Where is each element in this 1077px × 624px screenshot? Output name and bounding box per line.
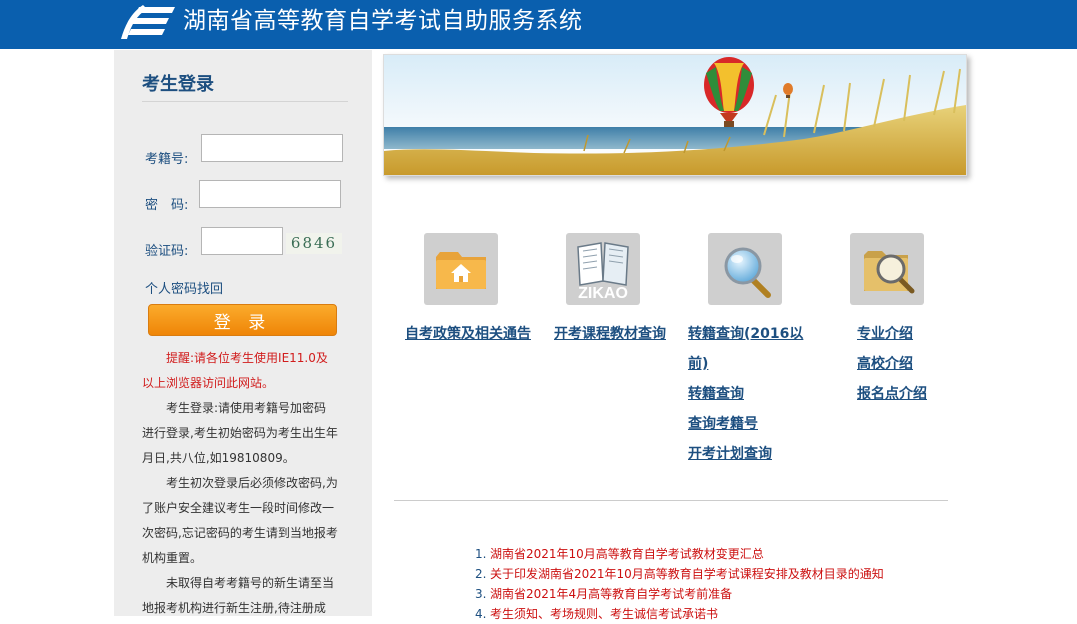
- news-item: 2. 关于印发湖南省2021年10月高等教育自学考试课程安排及教材目录的通知: [475, 567, 884, 581]
- captcha-label: 验证码:: [145, 244, 189, 259]
- login-instructions: 考生登录:请使用考籍号加密码进行登录,考生初始密码为考生出生年月日,共八位,如1…: [142, 401, 338, 465]
- banner-image: [383, 54, 967, 176]
- news-item: 4. 考生须知、考场规则、考生诚信考试承诺书: [475, 607, 719, 621]
- news-item: 3. 湖南省2021年4月高等教育自学考试考前准备: [475, 587, 733, 601]
- password-input[interactable]: [199, 180, 341, 208]
- folder-search-icon: [864, 251, 915, 294]
- policy-link[interactable]: 自考政策及相关通告: [405, 324, 531, 344]
- news-link[interactable]: 关于印发湖南省2021年10月高等教育自学考试课程安排及教材目录的通知: [490, 567, 884, 581]
- query-tile[interactable]: [708, 233, 782, 305]
- transfer-query-pre2016-link[interactable]: 转籍查询(2016以: [688, 324, 803, 344]
- header-bar: 湖南省高等教育自学考试自助服务系统: [0, 0, 1077, 49]
- policy-tile[interactable]: [424, 233, 498, 305]
- folder-home-icon: [436, 252, 486, 289]
- course-tile[interactable]: ZIKAO: [566, 233, 640, 305]
- intro-tile[interactable]: [850, 233, 924, 305]
- password-recovery-link[interactable]: 个人密码找回: [145, 278, 223, 297]
- new-student-notice: 未取得自考考籍号的新生请至当地报考机构进行新生注册,待注册成: [142, 576, 335, 615]
- site-title: 湖南省高等教育自学考试自助服务系统: [183, 8, 583, 34]
- browser-warning: 提醒:请各位考生使用IE11.0及以上浏览器访问此网站。: [142, 351, 328, 390]
- student-id-label: 考籍号:: [145, 152, 189, 167]
- news-list: 1. 湖南省2021年10月高等教育自学考试教材变更汇总 2. 关于印发湖南省202…: [475, 544, 1035, 624]
- transfer-query-link[interactable]: 转籍查询: [688, 384, 744, 404]
- login-sidebar: 考生登录 考籍号: 密 码: 验证码: 6846 个人密码找回 登 录 提醒:请…: [114, 50, 372, 616]
- college-intro-link[interactable]: 高校介绍: [857, 354, 913, 374]
- book-logo-icon: [121, 5, 175, 39]
- registration-site-link[interactable]: 报名点介绍: [857, 384, 927, 404]
- news-item: 1. 湖南省2021年10月高等教育自学考试教材变更汇总: [475, 547, 764, 561]
- major-intro-link[interactable]: 专业介绍: [857, 324, 913, 344]
- news-link[interactable]: 湖南省2021年4月高等教育自学考试考前准备: [490, 587, 732, 601]
- section-divider: [394, 500, 948, 501]
- login-notices: 提醒:请各位考生使用IE11.0及以上浏览器访问此网站。 考生登录:请使用考籍号…: [142, 346, 338, 616]
- news-link[interactable]: 考生须知、考场规则、考生诚信考试承诺书: [490, 607, 718, 621]
- zikao-text: ZIKAO: [578, 285, 628, 302]
- login-button[interactable]: 登 录: [148, 304, 337, 336]
- student-id-input[interactable]: [201, 134, 343, 162]
- login-title-divider: [142, 101, 348, 102]
- captcha-image[interactable]: 6846: [286, 233, 342, 254]
- magnifier-icon: [724, 247, 771, 298]
- login-title: 考生登录: [142, 74, 214, 95]
- exam-plan-query-link[interactable]: 开考计划查询: [688, 444, 772, 464]
- zikao-book-icon: ZIKAO: [577, 242, 629, 302]
- course-material-link[interactable]: 开考课程教材查询: [554, 324, 666, 344]
- student-id-query-link[interactable]: 查询考籍号: [688, 414, 758, 434]
- transfer-query-pre2016-link-cont[interactable]: 前): [688, 354, 708, 374]
- news-link[interactable]: 湖南省2021年10月高等教育自学考试教材变更汇总: [490, 547, 764, 561]
- password-label: 密 码:: [145, 198, 189, 213]
- captcha-input[interactable]: [201, 227, 283, 255]
- password-change-notice: 考生初次登录后必须修改密码,为了账户安全建议考生一段时间修改一次密码,忘记密码的…: [142, 476, 338, 565]
